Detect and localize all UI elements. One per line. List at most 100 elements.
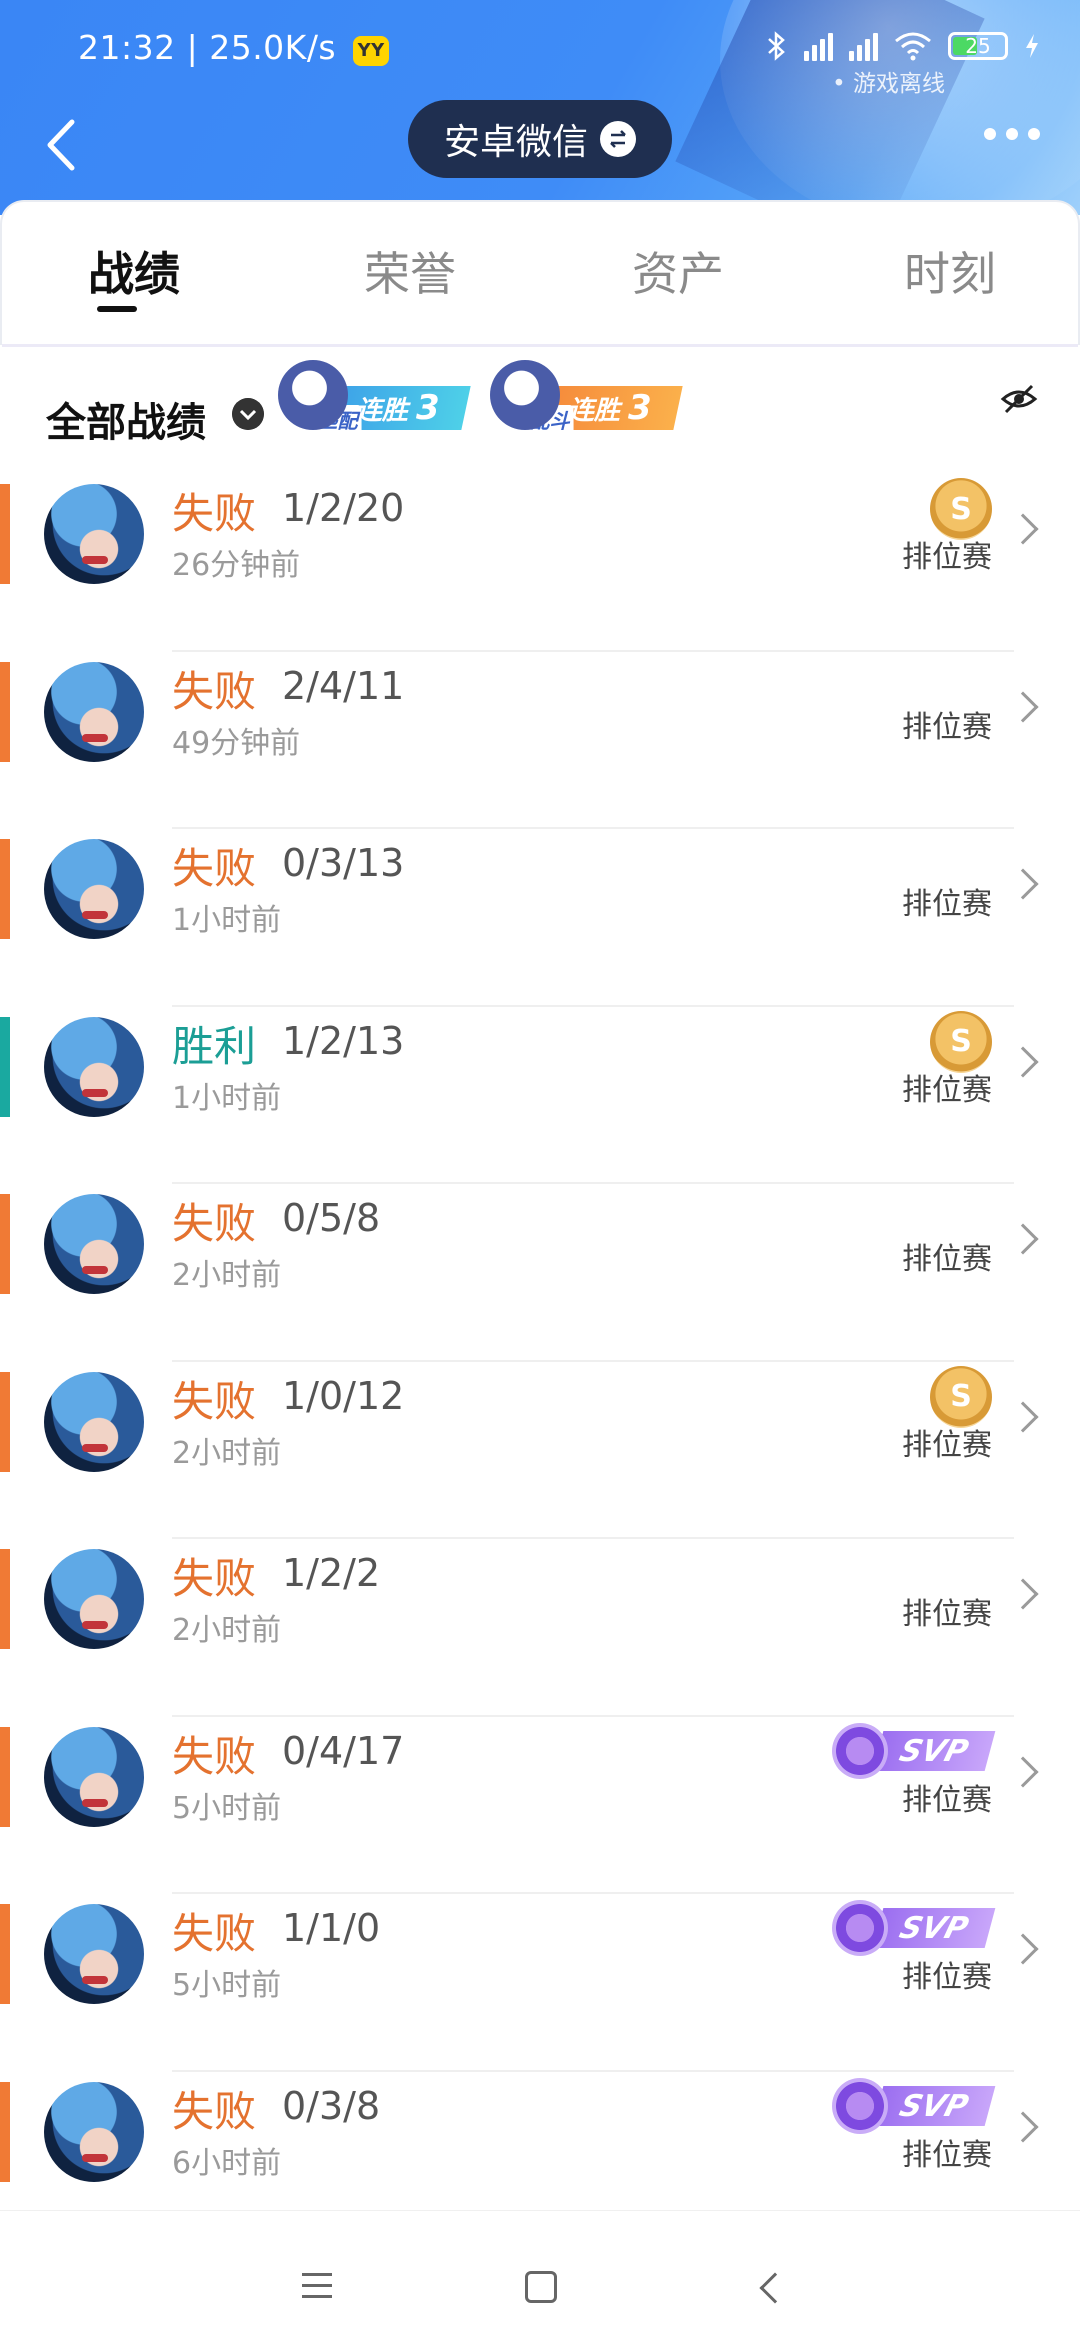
svp-label: SVP (872, 2085, 996, 2126)
match-time: 1小时前 (172, 1080, 282, 1116)
chevron-right-icon (1007, 690, 1039, 723)
active-tab-indicator (97, 306, 137, 312)
match-mode: 排位赛 (902, 887, 992, 922)
status-time-text: 21:32 | 25.0K/s (78, 28, 337, 67)
result-color-bar (0, 1371, 10, 1472)
game-status: • 游戏离线 (832, 71, 945, 97)
match-time: 5小时前 (172, 1968, 282, 2003)
chevron-down-icon[interactable] (232, 398, 264, 430)
record-row[interactable]: 失败 1/2/2 2小时前 排位赛 (0, 1539, 1080, 1717)
record-row[interactable]: 失败 0/4/17 5小时前 SVP 排位赛 (0, 1717, 1080, 1894)
chevron-right-icon (1007, 1578, 1039, 1610)
header: 21:32 | 25.0K/s YY 25 • 游戏离线 安卓微信 (0, 0, 1080, 215)
home-icon[interactable] (525, 2271, 557, 2303)
kda: 0/4/17 (282, 1728, 405, 1773)
s-rank-medal-icon: S (930, 1365, 992, 1428)
menu-icon[interactable] (302, 2273, 332, 2306)
record-row[interactable]: 失败 1/1/0 5小时前 SVP 排位赛 (0, 1894, 1080, 2072)
chevron-right-icon (1007, 1933, 1039, 1965)
result-color-bar (0, 1016, 10, 1117)
signal-icon (804, 31, 833, 61)
app-notification-icon: YY (353, 36, 390, 66)
status-icons: 25 (766, 30, 1040, 62)
streak-text: 连胜 (356, 395, 409, 426)
status-time: 21:32 | 25.0K/s YY (78, 28, 390, 67)
match-time: 2小时前 (172, 1613, 282, 1648)
battery-icon: 25 (948, 32, 1008, 60)
streak-badge-match[interactable]: 匹配 连胜 3 (278, 360, 471, 434)
record-row[interactable]: 失败 0/3/13 1小时前 排位赛 (0, 829, 1080, 1007)
hero-avatar (44, 1194, 144, 1294)
penguin-mascot-icon (278, 360, 348, 430)
chevron-right-icon (1007, 1045, 1039, 1078)
chevron-right-icon (1007, 868, 1039, 900)
wifi-icon (895, 32, 931, 61)
streak-badge-brawl[interactable]: 乱斗 连胜 3 (490, 360, 683, 434)
charging-icon (1026, 34, 1038, 58)
match-result: 失败 (172, 1909, 257, 1958)
match-mode: 排位赛 (902, 709, 992, 745)
match-mode: 排位赛 (902, 1782, 992, 1818)
more-icon[interactable] (984, 128, 1040, 140)
filter-dropdown[interactable]: 全部战绩 (46, 390, 206, 448)
match-time: 6小时前 (172, 2145, 282, 2181)
chevron-right-icon (1007, 513, 1039, 545)
svp-badge-icon: SVP (832, 2077, 996, 2134)
svp-label: SVP (872, 1730, 996, 1771)
kda: 2/4/11 (282, 663, 405, 708)
status-bar: 21:32 | 25.0K/s YY 25 • 游戏离线 (0, 0, 1080, 97)
nav-back-icon[interactable] (759, 2272, 791, 2304)
tab-assets[interactable]: 资产 (632, 238, 724, 304)
hero-avatar (44, 484, 144, 584)
result-color-bar (0, 1726, 10, 1827)
match-result: 失败 (172, 1376, 257, 1426)
match-result: 失败 (172, 666, 257, 716)
match-time: 26分钟前 (172, 548, 301, 583)
penguin-mascot-icon (490, 360, 560, 430)
hide-eye-icon[interactable] (1000, 380, 1038, 418)
chevron-right-icon (1007, 2110, 1039, 2143)
bluetooth-icon (768, 31, 785, 61)
match-result: 失败 (172, 489, 257, 538)
tab-honors[interactable]: 荣誉 (364, 238, 456, 304)
record-row[interactable]: 失败 1/0/12 2小时前 S 排位赛 (0, 1362, 1080, 1539)
result-color-bar (0, 2081, 10, 2182)
record-row[interactable]: 失败 0/5/8 2小时前 排位赛 (0, 1184, 1080, 1362)
match-mode: 排位赛 (902, 1072, 992, 1108)
kda: 1/2/20 (282, 486, 405, 530)
match-time: 2小时前 (172, 1258, 282, 1293)
match-result: 失败 (172, 1731, 257, 1781)
result-color-bar (0, 1194, 10, 1294)
match-result: 失败 (172, 1554, 257, 1603)
match-time: 49分钟前 (172, 725, 301, 761)
hero-avatar (44, 1549, 144, 1649)
hero-avatar (44, 2081, 144, 2182)
s-rank-medal-icon: S (930, 1010, 992, 1073)
record-row[interactable]: 失败 2/4/11 49分钟前 排位赛 (0, 652, 1080, 829)
record-row[interactable]: 失败 1/2/20 26分钟前 S 排位赛 (0, 474, 1080, 652)
streak-count: 3 (416, 388, 440, 428)
kda: 1/2/13 (282, 1018, 405, 1063)
tab-records[interactable]: 战绩 (88, 238, 180, 304)
kda: 1/1/0 (282, 1906, 381, 1950)
hero-avatar (44, 1016, 144, 1117)
kda: 1/2/2 (282, 1551, 381, 1595)
hero-avatar (44, 661, 144, 762)
signal-icon-2 (849, 31, 878, 61)
kda: 0/3/8 (282, 2083, 381, 2128)
back-icon[interactable] (38, 110, 88, 180)
result-color-bar (0, 661, 10, 762)
record-row[interactable]: 胜利 1/2/13 1小时前 S 排位赛 (0, 1007, 1080, 1184)
result-color-bar (0, 484, 10, 584)
tab-moments[interactable]: 时刻 (904, 238, 996, 304)
hero-avatar (44, 839, 144, 939)
account-switch-button[interactable]: 安卓微信 (408, 100, 672, 178)
match-mode: 排位赛 (902, 1427, 992, 1463)
streak-count: 3 (628, 388, 652, 428)
kda: 1/0/12 (282, 1373, 405, 1418)
hero-avatar (44, 1726, 144, 1827)
chevron-right-icon (1007, 1755, 1039, 1788)
svp-badge-icon: SVP (832, 1900, 996, 1956)
system-nav-bar (0, 2210, 1080, 2340)
s-rank-medal-icon: S (930, 478, 992, 540)
